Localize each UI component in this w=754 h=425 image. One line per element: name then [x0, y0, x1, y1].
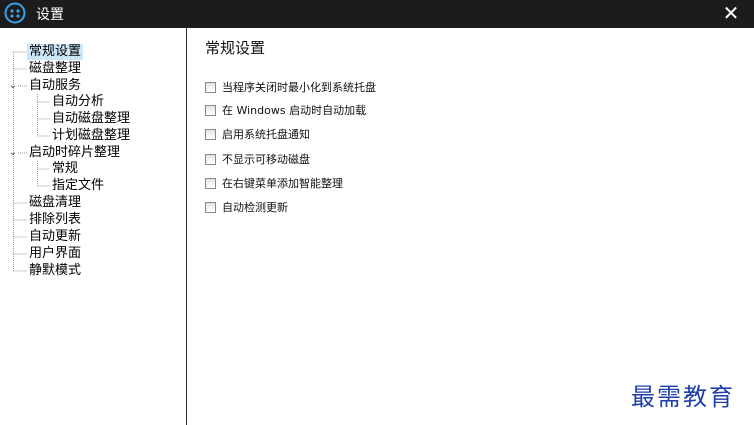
checkbox[interactable] — [205, 154, 216, 165]
window-title: 设置 — [36, 7, 64, 23]
title-bar: 设置 ✕ — [0, 0, 754, 28]
option-label: 在 Windows 启动时自动加载 — [222, 104, 367, 117]
app-logo-icon — [4, 2, 26, 24]
tree-item-general-settings[interactable]: 常规设置 — [27, 44, 84, 60]
tree-item-boot-defrag[interactable]: 启动时碎片整理 — [29, 145, 120, 161]
option-label: 在右键菜单添加智能整理 — [222, 177, 343, 190]
checkbox[interactable] — [205, 129, 216, 140]
tree-item-specified-files[interactable]: 指定文件 — [52, 178, 104, 194]
close-icon[interactable]: ✕ — [718, 0, 744, 28]
tree-item-auto-service[interactable]: 自动服务 — [29, 78, 81, 94]
option-label: 不显示可移动磁盘 — [222, 153, 310, 166]
tree-item-auto-update[interactable]: 自动更新 — [29, 229, 81, 245]
tree-item-exclusion-list[interactable]: 排除列表 — [29, 212, 81, 228]
settings-tree: 常规设置 磁盘整理 ⌄ 自动服务 自动分析 自动磁盘整理 计划磁盘整理 ⌄ 启动… — [0, 28, 187, 425]
tree-item-silent-mode[interactable]: 静默模式 — [29, 263, 81, 279]
tree-item-disk-defrag[interactable]: 磁盘整理 — [29, 61, 81, 77]
tree-item-auto-defrag[interactable]: 自动磁盘整理 — [52, 111, 130, 127]
checkbox[interactable] — [205, 202, 216, 213]
tree-item-boot-general[interactable]: 常规 — [52, 161, 78, 177]
option-label: 自动检测更新 — [222, 201, 288, 214]
panel-title: 常规设置 — [205, 39, 266, 57]
checkbox[interactable] — [205, 105, 216, 116]
tree-item-auto-analyze[interactable]: 自动分析 — [52, 94, 104, 110]
tree-connector-lines — [13, 51, 50, 272]
collapse-chevron-icon[interactable]: ⌄ — [8, 148, 18, 158]
tree-item-disk-cleanup[interactable]: 磁盘清理 — [29, 195, 81, 211]
tree-item-user-interface[interactable]: 用户界面 — [29, 246, 81, 262]
option-label: 当程序关闭时最小化到系统托盘 — [222, 81, 376, 94]
checkbox[interactable] — [205, 178, 216, 189]
tree-item-scheduled-defrag[interactable]: 计划磁盘整理 — [52, 128, 130, 144]
checkbox[interactable] — [205, 82, 216, 93]
option-label: 启用系统托盘通知 — [222, 128, 310, 141]
watermark: 最需教育 — [631, 383, 735, 411]
collapse-chevron-icon[interactable]: ⌄ — [8, 81, 18, 91]
